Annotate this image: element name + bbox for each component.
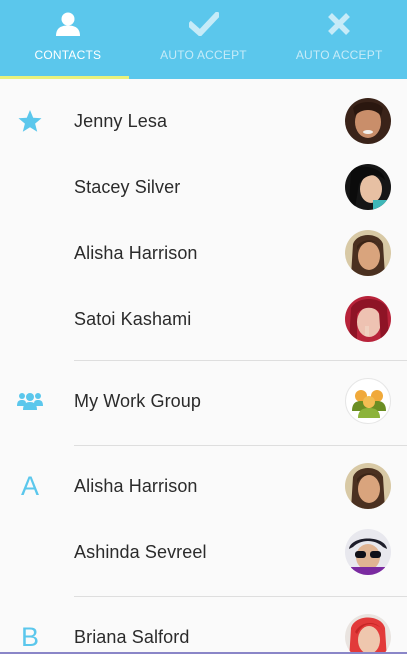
group-icon: [14, 368, 46, 434]
person-icon: [53, 10, 83, 38]
contact-name: Stacey Silver: [74, 177, 181, 197]
avatar: [345, 529, 391, 575]
contact-name: Jenny Lesa: [74, 111, 168, 131]
section-letter: B: [20, 621, 39, 652]
group-avatar: [345, 378, 391, 424]
list-item[interactable]: Stacey Silver: [0, 154, 407, 220]
list-item[interactable]: A Alisha Harrison: [0, 453, 407, 519]
tab-label: CONTACTS: [34, 48, 102, 62]
contact-list[interactable]: Jenny Lesa Stacey Silver Alisha Harrison: [0, 79, 407, 654]
list-item[interactable]: B Briana Salford: [0, 604, 407, 654]
list-item[interactable]: Ashinda Sevreel: [0, 519, 407, 585]
tab-auto-accept[interactable]: AUTO ACCEPT: [136, 0, 272, 79]
x-icon: [324, 10, 354, 38]
tab-auto-accept-reject[interactable]: AUTO ACCEPT: [271, 0, 407, 79]
list-item[interactable]: Jenny Lesa: [0, 88, 407, 154]
tab-label: AUTO ACCEPT: [295, 48, 383, 62]
star-icon: [14, 88, 46, 154]
section-divider: [74, 360, 407, 361]
avatar: [345, 98, 391, 144]
list-item[interactable]: Alisha Harrison: [0, 220, 407, 286]
contact-name: Satoi Kashami: [74, 309, 192, 329]
section-divider: [74, 596, 407, 597]
avatar: [345, 230, 391, 276]
tab-contacts[interactable]: CONTACTS: [0, 0, 136, 79]
tab-bar: CONTACTS AUTO ACCEPT AUTO ACCEPT: [0, 0, 407, 79]
section-divider: [74, 445, 407, 446]
group-name: My Work Group: [74, 391, 201, 411]
avatar: [345, 296, 391, 342]
avatar: [345, 614, 391, 654]
avatar: [345, 164, 391, 210]
contact-name: Alisha Harrison: [74, 476, 198, 496]
checkmark-icon: [188, 10, 219, 38]
contact-name: Briana Salford: [74, 627, 190, 647]
list-item[interactable]: Satoi Kashami: [0, 286, 407, 352]
contact-name: Alisha Harrison: [74, 243, 198, 263]
section-letter: A: [20, 470, 39, 501]
avatar: [345, 463, 391, 509]
list-item[interactable]: My Work Group: [0, 368, 407, 434]
contact-name: Ashinda Sevreel: [74, 542, 207, 562]
tab-label: AUTO ACCEPT: [160, 48, 247, 62]
